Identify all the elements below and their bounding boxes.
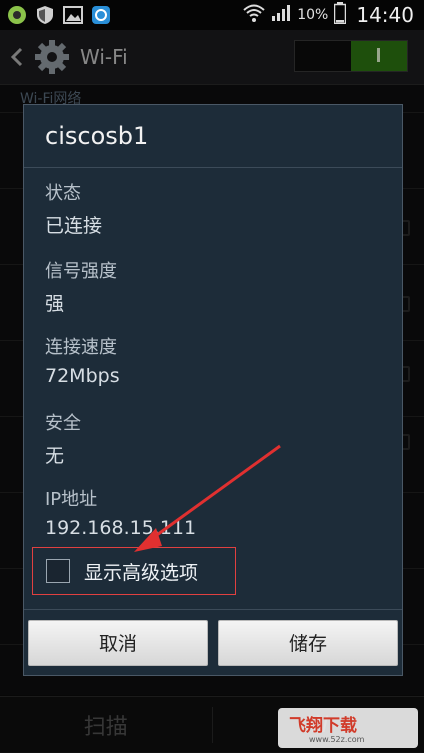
field-label: IP地址 <box>45 485 196 511</box>
battery-icon <box>334 2 346 28</box>
dialog-button-bar: 取消 储存 <box>24 609 402 675</box>
app-circle-icon <box>90 4 112 26</box>
field-value: 72Mbps <box>45 365 120 387</box>
field-label: 安全 <box>45 409 81 435</box>
signal-strength-field: 信号强度 强 <box>45 257 117 316</box>
show-advanced-label[interactable]: 显示高级选项 <box>84 558 198 585</box>
network-details-dialog: ciscosb1 状态 已连接 信号强度 强 连接速度 72Mbps 安全 无 … <box>23 104 403 676</box>
field-value: 无 <box>45 441 81 468</box>
shield-icon <box>34 4 56 26</box>
watermark-logo: 飞翔下载 www.52z.com <box>278 708 418 748</box>
ip-address-field: IP地址 192.168.15.111 <box>45 485 196 539</box>
field-value: 强 <box>45 289 117 316</box>
status-field: 状态 已连接 <box>45 179 102 238</box>
status-bar: 10% 14:40 <box>0 0 424 30</box>
field-label: 连接速度 <box>45 333 120 359</box>
app-notification-icon <box>6 4 28 26</box>
field-label: 状态 <box>45 179 102 205</box>
show-advanced-checkbox[interactable] <box>46 559 70 583</box>
link-speed-field: 连接速度 72Mbps <box>45 333 120 387</box>
image-icon <box>62 4 84 26</box>
svg-text:www.52z.com: www.52z.com <box>309 735 365 744</box>
dialog-title: ciscosb1 <box>45 122 148 150</box>
security-field: 安全 无 <box>45 409 81 468</box>
svg-text:飞翔下载: 飞翔下载 <box>289 715 357 736</box>
save-button[interactable]: 储存 <box>218 620 398 666</box>
clock: 14:40 <box>356 3 414 27</box>
show-advanced-options-row[interactable]: 显示高级选项 <box>32 547 236 595</box>
field-value: 已连接 <box>45 211 102 238</box>
battery-percent: 10% <box>297 7 328 23</box>
field-value: 192.168.15.111 <box>45 517 196 539</box>
wifi-signal-icon <box>243 3 265 27</box>
cell-signal-icon <box>271 4 291 26</box>
field-label: 信号强度 <box>45 257 117 283</box>
cancel-button[interactable]: 取消 <box>28 620 208 666</box>
dialog-title-bar: ciscosb1 <box>24 105 402 168</box>
